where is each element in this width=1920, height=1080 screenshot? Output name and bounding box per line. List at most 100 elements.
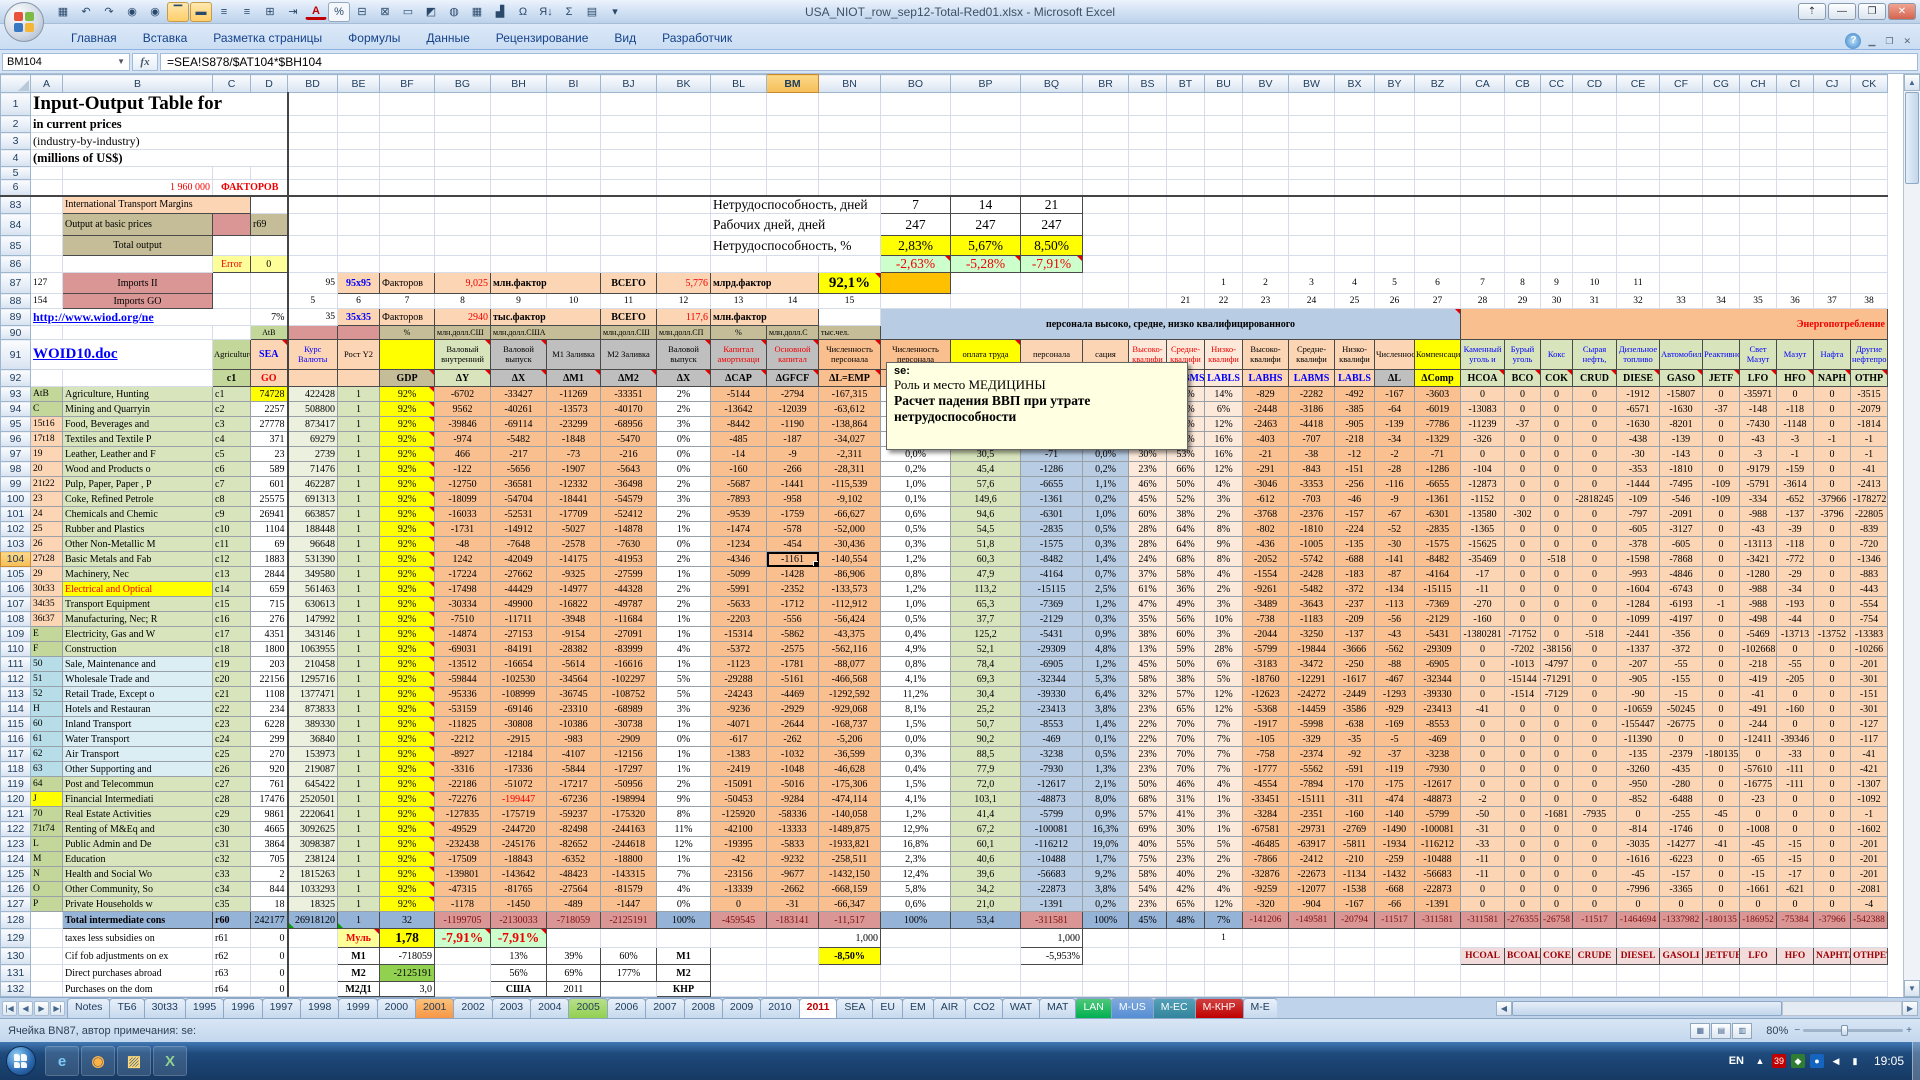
cell-BZ94[interactable]: -6019: [1415, 402, 1461, 417]
cell-BH106[interactable]: -44429: [491, 582, 547, 597]
cell-BM1[interactable]: [767, 93, 819, 116]
fx-icon[interactable]: fx: [132, 53, 158, 71]
cell-CC114[interactable]: 0: [1541, 702, 1573, 717]
cell-CF122[interactable]: -1746: [1660, 822, 1703, 837]
cell-BT114[interactable]: 65%: [1167, 702, 1205, 717]
cell-BO5[interactable]: [881, 167, 951, 180]
cell-CA1[interactable]: [1461, 93, 1505, 116]
cell-BH3[interactable]: [491, 133, 547, 150]
cell-BS129[interactable]: [1129, 929, 1167, 948]
cell-BE117[interactable]: 1: [338, 747, 380, 762]
cell-CC116[interactable]: 0: [1541, 732, 1573, 747]
cell-BX4[interactable]: [1335, 150, 1375, 167]
cell-C130[interactable]: r62: [213, 948, 251, 965]
cell-BY84[interactable]: [1375, 214, 1415, 236]
cell-CI93[interactable]: 0: [1777, 387, 1814, 402]
sheet-tab-30t33[interactable]: 30t33: [144, 998, 186, 1018]
cell-BV128[interactable]: -141206: [1243, 912, 1289, 929]
cell-BJ103[interactable]: -7630: [601, 537, 657, 552]
cell-BW123[interactable]: -63917: [1289, 837, 1335, 852]
cell-BX100[interactable]: -46: [1335, 492, 1375, 507]
cell-BO125[interactable]: 12,4%: [881, 867, 951, 882]
cell-BT130[interactable]: [1167, 948, 1205, 965]
cell-BJ6[interactable]: [601, 180, 657, 196]
cell-BG104[interactable]: 1242: [435, 552, 491, 567]
cell-BF111[interactable]: 92%: [380, 657, 435, 672]
cell-BO126[interactable]: 5,8%: [881, 882, 951, 897]
cell-BU98[interactable]: 12%: [1205, 462, 1243, 477]
cell-CH87[interactable]: [1740, 273, 1777, 294]
cell-BX95[interactable]: -905: [1335, 417, 1375, 432]
cell-BW102[interactable]: -1810: [1289, 522, 1335, 537]
cell-BX128[interactable]: -20794: [1335, 912, 1375, 929]
cell-BN99[interactable]: -115,539: [819, 477, 881, 492]
cell-BV120[interactable]: -33451: [1243, 792, 1289, 807]
cell-CF114[interactable]: -50245: [1660, 702, 1703, 717]
cell-CF87[interactable]: [1660, 273, 1703, 294]
cell-CI124[interactable]: -15: [1777, 852, 1814, 867]
cell-CI4[interactable]: [1777, 150, 1814, 167]
cell-A2[interactable]: in current prices: [31, 116, 288, 133]
cell-BU4[interactable]: [1205, 150, 1243, 167]
cell-BO131[interactable]: [881, 965, 951, 982]
cell-BV118[interactable]: -1777: [1243, 762, 1289, 777]
cell-CE116[interactable]: -11390: [1617, 732, 1660, 747]
cell-BQ2[interactable]: [1021, 116, 1083, 133]
qat-pill-icon[interactable]: ⇡: [1798, 3, 1826, 20]
cell-BH103[interactable]: -7648: [491, 537, 547, 552]
cell-C128[interactable]: r60: [213, 912, 251, 929]
cell-D93[interactable]: 74728: [251, 387, 288, 402]
cell-CH115[interactable]: -244: [1740, 717, 1777, 732]
cell-CF112[interactable]: -155: [1660, 672, 1703, 687]
cell-BE126[interactable]: 1: [338, 882, 380, 897]
sheet-tab-М-КНР[interactable]: М-КНР: [1195, 998, 1244, 1018]
cell-CI118[interactable]: -111: [1777, 762, 1814, 777]
cell-BQ116[interactable]: -469: [1021, 732, 1083, 747]
cell-BJ108[interactable]: -11684: [601, 612, 657, 627]
cell-CK6[interactable]: [1851, 180, 1888, 196]
cell-CC85[interactable]: [1541, 236, 1573, 256]
cell-BK105[interactable]: 1%: [657, 567, 711, 582]
cell-BT106[interactable]: 36%: [1167, 582, 1205, 597]
sheet-nav-icon-1[interactable]: ◀: [18, 1001, 33, 1016]
cell-BI120[interactable]: -67236: [547, 792, 601, 807]
cell-BF117[interactable]: 92%: [380, 747, 435, 762]
cell-BX97[interactable]: -12: [1335, 447, 1375, 462]
cell-BQ130[interactable]: -5,953%: [1021, 948, 1083, 965]
row-header-88[interactable]: 88: [1, 294, 31, 309]
cell-BE125[interactable]: 1: [338, 867, 380, 882]
cell-BZ105[interactable]: -4164: [1415, 567, 1461, 582]
cell-BL87[interactable]: млрд.фактор: [711, 273, 819, 294]
cell-BO103[interactable]: 0,3%: [881, 537, 951, 552]
cell-BO89[interactable]: персонала высоко, средне, низко квалифиц…: [881, 309, 1461, 340]
cell-BM3[interactable]: [767, 133, 819, 150]
cell-BX103[interactable]: -135: [1335, 537, 1375, 552]
cell-BZ113[interactable]: -39330: [1415, 687, 1461, 702]
cell-CB123[interactable]: 0: [1505, 837, 1541, 852]
cell-B119[interactable]: Post and Telecommun: [63, 777, 213, 792]
row-header-108[interactable]: 108: [1, 612, 31, 627]
cell-CF88[interactable]: 33: [1660, 294, 1703, 309]
cell-BW126[interactable]: -12077: [1289, 882, 1335, 897]
cell-BM99[interactable]: -1441: [767, 477, 819, 492]
cell-BV100[interactable]: -612: [1243, 492, 1289, 507]
cell-A88[interactable]: 154: [31, 294, 63, 309]
cell-BP122[interactable]: 67,2: [951, 822, 1021, 837]
cell-BO115[interactable]: 1,5%: [881, 717, 951, 732]
cell-BH99[interactable]: -36581: [491, 477, 547, 492]
cell-BG127[interactable]: -1178: [435, 897, 491, 912]
cell-BR125[interactable]: 9,2%: [1083, 867, 1129, 882]
cell-BN117[interactable]: -36,599: [819, 747, 881, 762]
cell-CF133[interactable]: [1660, 997, 1703, 998]
cell-BS114[interactable]: 23%: [1129, 702, 1167, 717]
cell-CA109[interactable]: -1380281: [1461, 627, 1505, 642]
cell-BN105[interactable]: -86,906: [819, 567, 881, 582]
cell-BG92[interactable]: ΔY: [435, 370, 491, 387]
sort-icon[interactable]: Я↓: [535, 2, 557, 22]
cell-A92[interactable]: [31, 370, 63, 387]
cell-CF129[interactable]: [1660, 929, 1703, 948]
sheet-tab-2004[interactable]: 2004: [530, 998, 569, 1018]
cell-CB110[interactable]: -7202: [1505, 642, 1541, 657]
cell-C121[interactable]: c29: [213, 807, 251, 822]
cell-BH98[interactable]: -5656: [491, 462, 547, 477]
